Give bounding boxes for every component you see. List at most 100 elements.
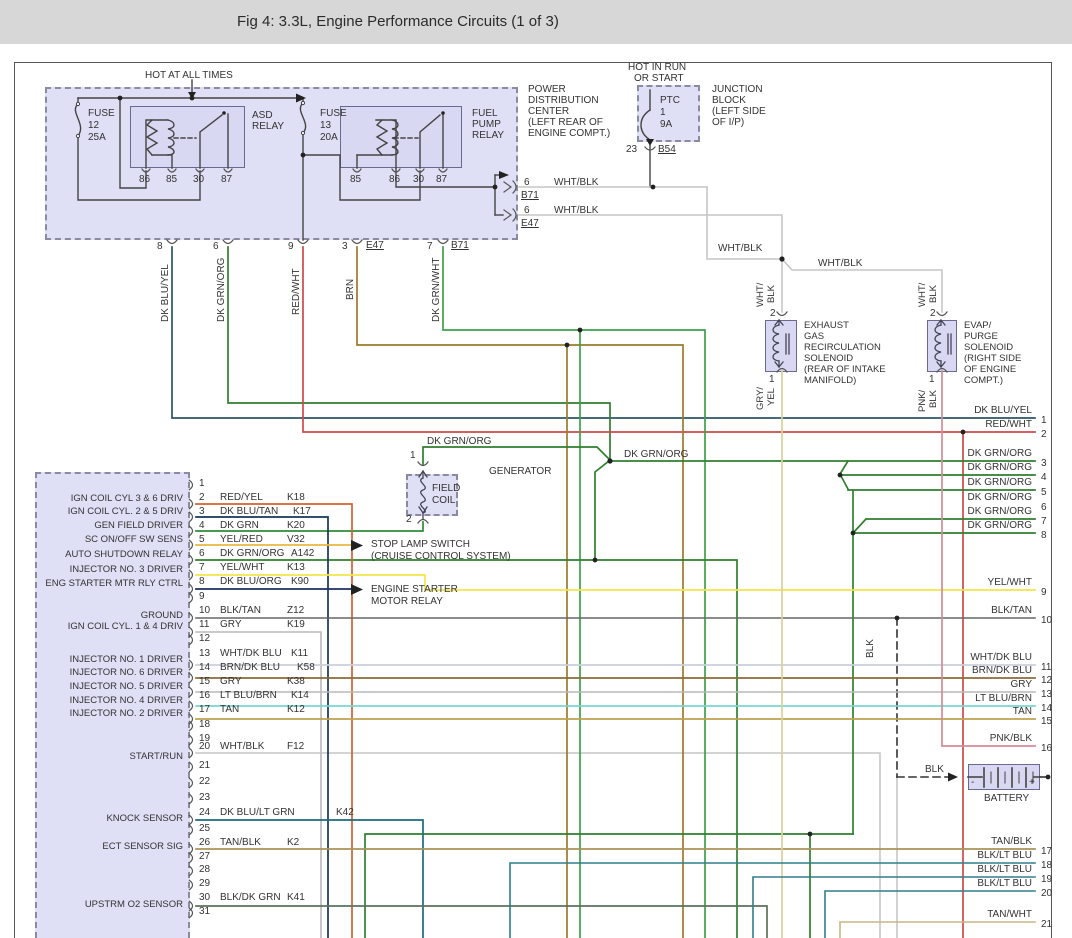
right-edge-number-3: 3 <box>1041 458 1047 469</box>
pcm-pin-wire-4: DK GRN <box>220 520 259 531</box>
pcm-pin-number-26: 26 <box>199 837 210 848</box>
pcm-pin-function-13: INJECTOR NO. 1 DRIVER <box>30 654 183 665</box>
pcm-pin-function-4: GEN FIELD DRIVER <box>30 520 183 531</box>
pdc-location-2: DISTRIBUTION <box>528 95 599 106</box>
right-edge-number-21: 21 <box>1041 919 1052 930</box>
pcm-pin-code-30: K41 <box>287 892 305 903</box>
pcm-pin-number-30: 30 <box>199 892 210 903</box>
pcm-pin-wire-17: TAN <box>220 704 239 715</box>
egr-label-6: MANIFOLD) <box>804 375 856 386</box>
pcm-pin-function-26: ECT SENSOR SIG <box>30 841 183 852</box>
pcm-pin-wire-7: YEL/WHT <box>220 562 264 573</box>
fp-pin-30: 30 <box>413 174 424 185</box>
pcm-pin-code-24: K42 <box>336 807 354 818</box>
evap-pin-top: 2 <box>930 308 936 319</box>
starter-label-1: ENGINE STARTER <box>371 584 458 595</box>
ptc-pin: 23 <box>626 144 637 155</box>
pcm-pin-wire-6: DK GRN/ORG <box>220 548 284 559</box>
field-coil-2: COIL <box>432 495 455 506</box>
egr-top-wire-a: WHT/ <box>755 283 766 307</box>
pcm-pin-number-22: 22 <box>199 776 210 787</box>
right-edge-number-4: 4 <box>1041 472 1047 483</box>
pcm-pin-number-23: 23 <box>199 792 210 803</box>
pcm-pin-wire-20: WHT/BLK <box>220 741 264 752</box>
pcm-pin-wire-8: DK BLU/ORG <box>220 576 282 587</box>
pcm-pin-function-24: KNOCK SENSOR <box>30 813 183 824</box>
pcm-pin-number-8: 8 <box>199 576 205 587</box>
right-exit-conn-2: E47 <box>521 218 539 229</box>
pcm-pin-number-29: 29 <box>199 878 210 889</box>
pcm-pin-function-20: START/RUN <box>30 751 183 762</box>
junction-block-1: JUNCTION <box>712 84 763 95</box>
ptc-num: 1 <box>660 107 666 118</box>
junction-wire-label: DK GRN/ORG <box>624 449 688 460</box>
evap-pin-bot: 1 <box>929 374 935 385</box>
right-edge-wire-19: BLK/LT BLU <box>872 864 1032 875</box>
asd-relay-label-2: RELAY <box>252 121 284 132</box>
right-exit-wire-2: WHT/BLK <box>554 205 598 216</box>
right-exit-wire-1: WHT/BLK <box>554 177 598 188</box>
pcm-pin-code-2: K18 <box>287 492 305 503</box>
right-edge-number-2: 2 <box>1041 429 1047 440</box>
fuse13-label-1: FUSE <box>320 108 347 119</box>
right-edge-number-10: 10 <box>1041 615 1052 626</box>
stop-lamp-label-1: STOP LAMP SWITCH <box>371 539 470 550</box>
pcm-pin-code-26: K2 <box>287 837 299 848</box>
hot-at-all-times-label: HOT AT ALL TIMES <box>145 70 233 81</box>
fp-relay-label-3: RELAY <box>472 130 504 141</box>
battery-label: BATTERY <box>984 793 1029 804</box>
right-edge-number-5: 5 <box>1041 487 1047 498</box>
right-edge-wire-1: DK BLU/YEL <box>872 405 1032 416</box>
pdc-location-1: POWER <box>528 84 566 95</box>
pcm-pin-code-14: K58 <box>297 662 315 673</box>
generator-label: GENERATOR <box>489 466 551 477</box>
fp-pin-86: 86 <box>389 174 400 185</box>
pcm-pin-code-13: K11 <box>291 648 308 659</box>
evap-top-wire-b: BLK <box>928 285 939 303</box>
pcm-pin-code-4: K20 <box>287 520 305 531</box>
pcm-pin-wire-14: BRN/DK BLU <box>220 662 280 673</box>
asd-pin-85: 85 <box>166 174 177 185</box>
right-edge-wire-7: DK GRN/ORG <box>872 506 1032 517</box>
pcm-pin-number-12: 12 <box>199 633 210 644</box>
pcm-pin-number-3: 3 <box>199 506 205 517</box>
hot-in-run-1: HOT IN RUN <box>628 62 686 73</box>
battery-minus: - <box>971 777 974 788</box>
wht-blk-label-1: WHT/BLK <box>718 243 762 254</box>
pcm-pin-number-9: 9 <box>199 591 205 602</box>
exit-pin-3: 3 <box>342 241 348 252</box>
pdc-location-3: CENTER <box>528 106 569 117</box>
ptc-name: PTC <box>660 95 680 106</box>
right-edge-wire-12: BRN/DK BLU <box>872 665 1032 676</box>
evap-top-wire-a: WHT/ <box>917 283 928 307</box>
pcm-pin-code-20: F12 <box>287 741 304 752</box>
right-exit-pin-1: 6 <box>524 177 530 188</box>
exit-pin-8: 8 <box>157 241 163 252</box>
right-edge-number-9: 9 <box>1041 587 1047 598</box>
fp-pin-87: 87 <box>436 174 447 185</box>
pcm-pin-code-6: A142 <box>291 548 314 559</box>
exit-conn-e47: E47 <box>366 240 384 251</box>
right-edge-wire-21: TAN/WHT <box>872 909 1032 920</box>
right-edge-wire-16: PNK/BLK <box>872 733 1032 744</box>
pcm-pin-wire-11: GRY <box>220 619 242 630</box>
right-edge-number-17: 17 <box>1041 846 1052 857</box>
pcm-pin-code-8: K90 <box>291 576 309 587</box>
junction-block-3: (LEFT SIDE <box>712 106 766 117</box>
evap-label-1: EVAP/ <box>964 320 991 331</box>
right-edge-number-7: 7 <box>1041 516 1047 527</box>
pcm-pin-wire-5: YEL/RED <box>220 534 263 545</box>
egr-label-4: SOLENOID <box>804 353 853 364</box>
generator-wire-label: DK GRN/ORG <box>427 436 491 447</box>
pcm-pin-function-10: GROUND <box>30 610 183 621</box>
egr-pin-top: 2 <box>770 308 776 319</box>
pcm-pin-number-21: 21 <box>199 760 210 771</box>
starter-label-2: MOTOR RELAY <box>371 596 443 607</box>
pcm-pin-number-18: 18 <box>199 719 210 730</box>
drop-wire-dk-grn-wht: DK GRN/WHT <box>431 258 442 322</box>
right-edge-number-13: 13 <box>1041 689 1052 700</box>
right-edge-wire-17: TAN/BLK <box>872 836 1032 847</box>
right-edge-wire-8: DK GRN/ORG <box>872 520 1032 531</box>
right-edge-number-20: 20 <box>1041 888 1052 899</box>
right-edge-number-12: 12 <box>1041 675 1052 686</box>
